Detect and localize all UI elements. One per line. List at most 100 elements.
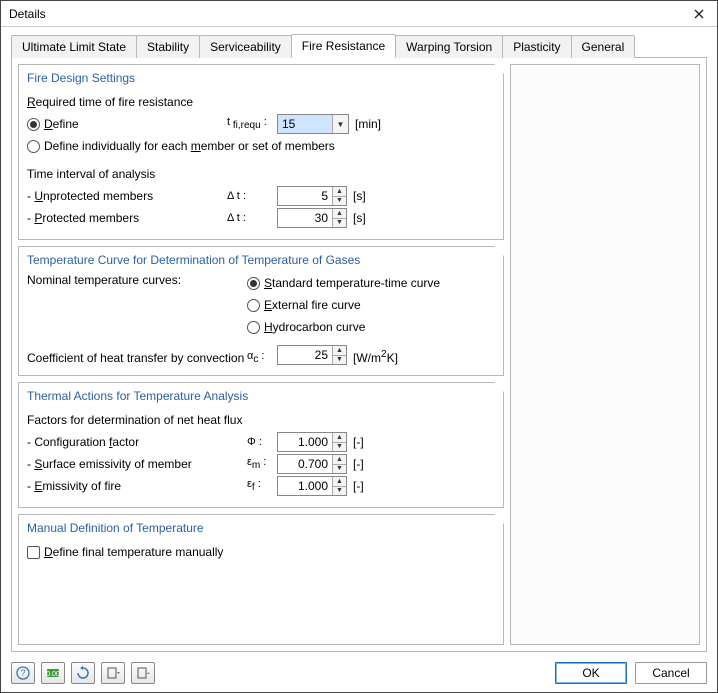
spin-up-icon[interactable]: ▲ [333, 187, 346, 196]
dt-symbol-2: Δ t : [227, 212, 277, 224]
group-title: Fire Design Settings [27, 69, 495, 85]
radio-define-label: Define [44, 117, 79, 131]
spin-down-icon[interactable]: ▼ [333, 355, 346, 365]
group-manual-definition: Manual Definition of Temperature Define … [18, 514, 504, 645]
spin-up-icon[interactable]: ▲ [333, 477, 346, 486]
reset-button[interactable] [71, 662, 95, 684]
radio-standard-curve-label: Standard temperature-time curve [264, 276, 440, 290]
spin-up-icon[interactable]: ▲ [333, 455, 346, 464]
group-temperature-curve: Temperature Curve for Determination of T… [18, 246, 504, 376]
dt-symbol-1: Δ t : [227, 190, 277, 202]
units-icon: 0.00 [46, 666, 60, 680]
coef-unit: [W/m2K] [353, 349, 398, 365]
tab-ultimate-limit-state[interactable]: Ultimate Limit State [11, 35, 137, 58]
left-column: Fire Design Settings Required time of fi… [18, 64, 504, 645]
tfi-combo[interactable]: 15 ▼ [277, 114, 349, 134]
unit-1: [-] [353, 435, 364, 449]
config-field[interactable] [278, 433, 332, 451]
cancel-button[interactable]: Cancel [635, 662, 707, 684]
group-title: Manual Definition of Temperature [27, 519, 495, 535]
dt-protected-field[interactable] [278, 209, 332, 227]
radio-define[interactable] [27, 118, 40, 131]
coef-label: Coefficient of heat transfer by convecti… [27, 351, 247, 365]
tfi-symbol: t fi,requ : [227, 116, 277, 131]
tab-serviceability[interactable]: Serviceability [199, 35, 292, 58]
svg-text:0.00: 0.00 [46, 671, 60, 678]
coef-input[interactable]: ▲▼ [277, 345, 347, 365]
spin-up-icon[interactable]: ▲ [333, 433, 346, 442]
spin-up-icon[interactable]: ▲ [333, 209, 346, 218]
spin-down-icon[interactable]: ▼ [333, 464, 346, 474]
check-manual-temp-label: Define final temperature manually [44, 545, 223, 559]
emiss-member-label: - Surface emissivity of member [27, 457, 247, 471]
help-button[interactable]: ? [11, 662, 35, 684]
emiss-member-field[interactable] [278, 455, 332, 473]
dt-protected-input[interactable]: ▲▼ [277, 208, 347, 228]
coef-symbol: αc : [247, 350, 277, 365]
required-time-label: Required time of fire resistance [27, 95, 193, 109]
time-interval-title: Time interval of analysis [27, 167, 155, 181]
group-thermal-actions: Thermal Actions for Temperature Analysis… [18, 382, 504, 508]
radio-define-individually[interactable] [27, 140, 40, 153]
spin-down-icon[interactable]: ▼ [333, 196, 346, 206]
svg-text:?: ? [20, 668, 25, 678]
tab-general[interactable]: General [571, 35, 636, 58]
preview-panel [510, 64, 700, 645]
tab-body: Fire Design Settings Required time of fi… [11, 57, 707, 652]
protected-label: - Protected members [27, 211, 227, 225]
details-dialog: Details Ultimate Limit State Stability S… [0, 0, 718, 693]
units-button[interactable]: 0.00 [41, 662, 65, 684]
import-button[interactable] [101, 662, 125, 684]
nominal-label: Nominal temperature curves: [27, 273, 247, 287]
tfi-unit: [min] [355, 117, 381, 131]
config-label: - Configuration factor [27, 435, 247, 449]
emiss-fire-label: - Emissivity of fire [27, 479, 247, 493]
emiss-fire-field[interactable] [278, 477, 332, 495]
titlebar: Details [1, 1, 717, 27]
dt-unprotected-input[interactable]: ▲▼ [277, 186, 347, 206]
unprotected-label: - Unprotected members [27, 189, 227, 203]
spin-down-icon[interactable]: ▼ [333, 486, 346, 496]
group-title: Thermal Actions for Temperature Analysis [27, 387, 495, 403]
tab-plasticity[interactable]: Plasticity [502, 35, 571, 58]
reset-icon [76, 666, 90, 680]
close-button[interactable] [687, 4, 711, 24]
close-icon [694, 9, 704, 19]
export-button[interactable] [131, 662, 155, 684]
bottom-bar: ? 0.00 OK Cancel [1, 658, 717, 692]
spin-down-icon[interactable]: ▼ [333, 442, 346, 452]
config-sym: Φ : [247, 436, 277, 448]
radio-standard-curve[interactable] [247, 277, 260, 290]
tab-bar: Ultimate Limit State Stability Serviceab… [1, 27, 717, 57]
emiss-member-input[interactable]: ▲▼ [277, 454, 347, 474]
help-icon: ? [16, 666, 30, 680]
chevron-down-icon[interactable]: ▼ [332, 115, 348, 133]
config-input[interactable]: ▲▼ [277, 432, 347, 452]
tab-warping-torsion[interactable]: Warping Torsion [395, 35, 503, 58]
coef-field[interactable] [278, 346, 332, 364]
dt-unit-1: [s] [353, 189, 366, 203]
group-title: Temperature Curve for Determination of T… [27, 251, 495, 267]
emiss-fire-input[interactable]: ▲▼ [277, 476, 347, 496]
bottom-icon-row: ? 0.00 [11, 662, 155, 684]
check-manual-temp[interactable] [27, 546, 40, 559]
dt-unit-2: [s] [353, 211, 366, 225]
emiss-member-sym: εm : [247, 456, 277, 471]
tab-fire-resistance[interactable]: Fire Resistance [291, 34, 396, 58]
factors-title: Factors for determination of net heat fl… [27, 413, 242, 427]
ok-button[interactable]: OK [555, 662, 627, 684]
unit-2: [-] [353, 457, 364, 471]
export-icon [136, 666, 150, 680]
radio-hydrocarbon-curve-label: Hydrocarbon curve [264, 320, 365, 334]
radio-external-curve-label: External fire curve [264, 298, 361, 312]
radio-external-curve[interactable] [247, 299, 260, 312]
group-fire-design-settings: Fire Design Settings Required time of fi… [18, 64, 504, 240]
unit-3: [-] [353, 479, 364, 493]
radio-hydrocarbon-curve[interactable] [247, 321, 260, 334]
tfi-value: 15 [278, 115, 332, 133]
spin-up-icon[interactable]: ▲ [333, 346, 346, 355]
emiss-fire-sym: εf : [247, 478, 277, 493]
dt-unprotected-field[interactable] [278, 187, 332, 205]
tab-stability[interactable]: Stability [136, 35, 200, 58]
spin-down-icon[interactable]: ▼ [333, 218, 346, 228]
